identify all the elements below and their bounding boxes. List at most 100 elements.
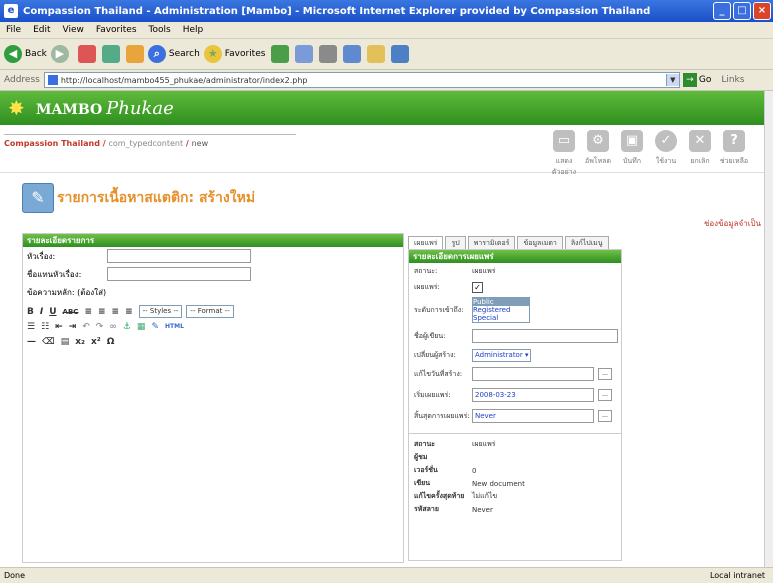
tab-publishing[interactable]: เผยแพร่	[408, 236, 444, 249]
breadcrumb: Compassion Thailand / com_typedcontent /…	[4, 139, 209, 148]
link-icon[interactable]: ∞	[109, 322, 117, 332]
outdent-icon[interactable]: ⇤	[55, 322, 63, 332]
table-icon[interactable]: ▤	[61, 337, 70, 347]
menu-view[interactable]: View	[57, 25, 90, 35]
underline-icon[interactable]: U	[49, 307, 56, 317]
special-char-icon[interactable]: Ω	[107, 337, 115, 347]
format-select[interactable]: -- Format --	[186, 305, 234, 318]
apply-button[interactable]: ✓ ใช้งาน	[649, 130, 683, 178]
go-button[interactable]: → Go	[682, 73, 711, 87]
save-button[interactable]: ▣ บันทึก	[615, 130, 649, 178]
subscript-icon[interactable]: x₂	[75, 337, 85, 347]
bullet-list-icon[interactable]: ☰	[27, 322, 35, 332]
menu-favorites[interactable]: Favorites	[90, 25, 143, 35]
preview-button[interactable]: ▭ แสดงตัวอย่าง	[547, 130, 581, 178]
author-alias-input[interactable]	[472, 329, 618, 343]
numbered-list-icon[interactable]: ☷	[41, 322, 49, 332]
minimize-button[interactable]: _	[713, 2, 731, 20]
window-titlebar: e Compassion Thailand - Administration […	[0, 0, 773, 22]
forward-arrow-icon: ▶	[50, 45, 69, 63]
superscript-icon[interactable]: x²	[91, 337, 101, 347]
created-calendar-button[interactable]: ...	[598, 368, 612, 380]
back-button[interactable]: ◀ Back	[4, 45, 47, 63]
align-center-icon[interactable]: ≡	[98, 307, 106, 317]
mail-icon[interactable]	[295, 45, 314, 63]
menu-tools[interactable]: Tools	[143, 25, 177, 35]
access-listbox[interactable]: Public Registered Special	[472, 297, 530, 323]
alias-input[interactable]	[107, 267, 251, 281]
cleanup-icon[interactable]: ✎	[151, 322, 159, 332]
owner-row: เปลี่ยนผู้สร้าง: Administrator ▾	[409, 347, 621, 363]
access-option-public[interactable]: Public	[473, 298, 529, 306]
access-option-special[interactable]: Special	[473, 314, 529, 322]
tab-images[interactable]: รูป	[445, 236, 466, 249]
edit-icon[interactable]	[343, 45, 362, 63]
tab-parameters[interactable]: พารามิเตอร์	[467, 236, 516, 249]
published-checkbox[interactable]: ✓	[472, 281, 483, 293]
menu-file[interactable]: File	[0, 25, 27, 35]
menu-edit[interactable]: Edit	[27, 25, 56, 35]
tab-metadata[interactable]: ข้อมูลเมตา	[517, 236, 563, 249]
vertical-scrollbar[interactable]	[764, 91, 773, 567]
styles-select[interactable]: -- Styles --	[138, 305, 183, 318]
admin-header: Compassion Thailand / com_typedcontent /…	[0, 126, 765, 176]
start-row: เริ่มเผยแพร่: 2008-03-23 ...	[409, 385, 621, 405]
breadcrumb-component[interactable]: com_typedcontent	[108, 139, 183, 148]
access-option-registered[interactable]: Registered	[473, 306, 529, 314]
address-input[interactable]: http://localhost/mambo455_phukae/adminis…	[43, 72, 680, 88]
horizontal-rule-icon[interactable]: —	[27, 337, 36, 347]
anchor-icon[interactable]: ⚓	[123, 322, 131, 332]
indent-icon[interactable]: ⇥	[69, 322, 77, 332]
required-note: ช่องข้อมูลจำเป็น	[703, 219, 761, 228]
address-dropdown-icon[interactable]: ▼	[665, 74, 679, 86]
created-date-input[interactable]	[472, 367, 594, 381]
forward-button[interactable]: ▶	[50, 45, 72, 63]
edit-document-icon: ✎	[22, 183, 54, 213]
strikethrough-icon[interactable]: ABC	[63, 308, 79, 316]
stop-icon[interactable]	[77, 45, 96, 63]
messenger-icon[interactable]	[391, 45, 410, 63]
close-button[interactable]: ×	[753, 2, 771, 20]
image-icon[interactable]: ▦	[137, 322, 146, 332]
undo-icon[interactable]: ↶	[82, 322, 90, 332]
apply-icon: ✓	[655, 130, 677, 152]
help-button[interactable]: ? ช่วยเหลือ	[717, 130, 751, 178]
status-done: Done	[4, 571, 26, 580]
owner-select[interactable]: Administrator ▾	[472, 348, 532, 362]
maximize-button[interactable]: □	[733, 2, 751, 20]
publishing-body: รายละเอียดการเผยแพร่ สถานะ: เผยแพร่ เผยแ…	[408, 249, 622, 561]
bold-icon[interactable]: B	[27, 307, 34, 317]
finish-calendar-button[interactable]: ...	[598, 410, 612, 422]
history-icon[interactable]	[271, 45, 290, 63]
favorites-button[interactable]: ★ Favorites	[203, 45, 265, 63]
start-calendar-button[interactable]: ...	[598, 389, 612, 401]
breadcrumb-site[interactable]: Compassion Thailand	[4, 139, 100, 148]
html-icon[interactable]: HTML	[165, 323, 184, 330]
menu-help[interactable]: Help	[177, 25, 210, 35]
star-icon: ★	[203, 45, 222, 63]
home-icon[interactable]	[125, 45, 144, 63]
upload-button[interactable]: ⚙ อัพโหลด	[581, 130, 615, 178]
print-icon[interactable]	[319, 45, 338, 63]
mambo-banner: ✸ MAMBO Phukae	[0, 91, 765, 125]
italic-icon[interactable]: I	[40, 307, 43, 317]
save-icon: ▣	[621, 130, 643, 152]
path-divider	[4, 134, 296, 135]
redo-icon[interactable]: ↷	[96, 322, 104, 332]
editor-toolbar: B I U ABC ≡ ≡ ≡ ≡ -- Styles -- -- Format…	[27, 304, 399, 349]
title-input[interactable]	[107, 249, 251, 263]
align-right-icon[interactable]: ≡	[112, 307, 120, 317]
cancel-button[interactable]: ✕ ยกเลิก	[683, 130, 717, 178]
align-left-icon[interactable]: ≡	[84, 307, 92, 317]
search-button[interactable]: ⌕ Search	[147, 45, 200, 63]
start-date-input[interactable]: 2008-03-23	[472, 388, 594, 402]
justify-icon[interactable]: ≡	[125, 307, 133, 317]
finish-date-input[interactable]: Never	[472, 409, 594, 423]
address-url: http://localhost/mambo455_phukae/adminis…	[60, 75, 308, 85]
refresh-icon[interactable]	[101, 45, 120, 63]
remove-format-icon[interactable]: ⌫	[42, 337, 55, 347]
folder-icon[interactable]	[367, 45, 386, 63]
breadcrumb-current: new	[191, 139, 209, 148]
links-button[interactable]: Links	[721, 75, 744, 85]
tab-menu-link[interactable]: ลิงก์ไปเมนู	[564, 236, 609, 249]
